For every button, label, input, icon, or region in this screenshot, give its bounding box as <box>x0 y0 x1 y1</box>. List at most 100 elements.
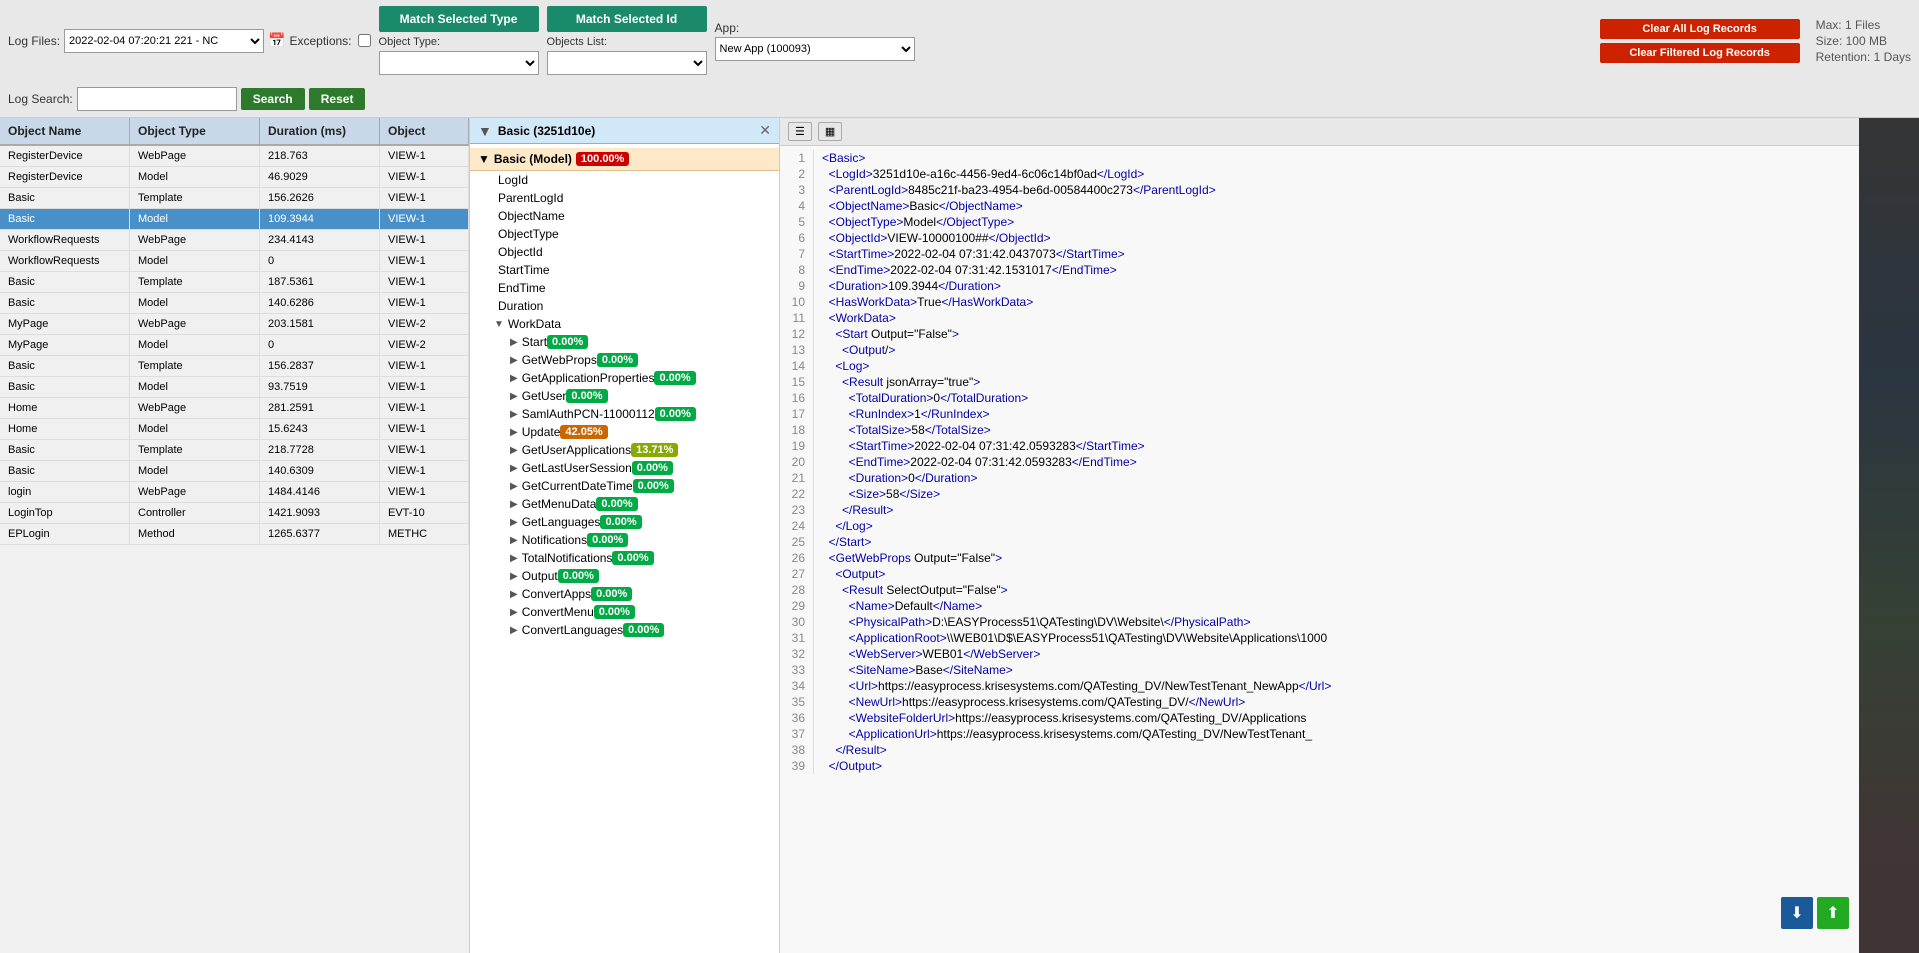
tree-item-pct: 0.00% <box>587 533 628 547</box>
tree-expand-icon[interactable]: ▶ <box>510 373 518 384</box>
line-number: 29 <box>784 598 814 614</box>
tree-item-pct: 0.00% <box>655 407 696 421</box>
log-files-select[interactable]: 2022-02-04 07:20:21 221 - NC <box>64 29 264 53</box>
app-select[interactable]: New App (100093) <box>715 37 915 61</box>
search-input[interactable] <box>77 87 237 111</box>
tree-expand-icon[interactable]: ▶ <box>510 391 518 402</box>
table-row[interactable]: Basic Template 187.5361 VIEW-1 <box>0 272 469 293</box>
tree-root-item[interactable]: ▼ Basic (Model) 100.00% <box>470 148 779 171</box>
line-number: 38 <box>784 742 814 758</box>
xml-line: 37 <ApplicationUrl>https://easyprocess.k… <box>784 726 1855 742</box>
tree-item[interactable]: ▶ Start 0.00% <box>470 333 779 351</box>
tree-expand-icon[interactable]: ▶ <box>510 571 518 582</box>
clear-filtered-button[interactable]: Clear Filtered Log Records <box>1600 43 1800 63</box>
line-number: 24 <box>784 518 814 534</box>
exceptions-checkbox[interactable] <box>358 34 371 47</box>
cell-object: EVT-10 <box>380 503 469 523</box>
tree-expand-icon[interactable]: ▶ <box>510 607 518 618</box>
table-row[interactable]: WorkflowRequests WebPage 234.4143 VIEW-1 <box>0 230 469 251</box>
tree-item[interactable]: ▶ GetLanguages 0.00% <box>470 513 779 531</box>
tree-item[interactable]: ▼ WorkData <box>470 315 779 333</box>
tree-expand-icon[interactable]: ▶ <box>510 499 518 510</box>
table-row[interactable]: MyPage WebPage 203.1581 VIEW-2 <box>0 314 469 335</box>
tree-panel-close-button[interactable]: ✕ <box>759 122 771 139</box>
tree-item[interactable]: ObjectName <box>470 207 779 225</box>
table-row[interactable]: Home Model 15.6243 VIEW-1 <box>0 419 469 440</box>
table-row[interactable]: WorkflowRequests Model 0 VIEW-1 <box>0 251 469 272</box>
table-row[interactable]: Basic Model 109.3944 VIEW-1 <box>0 209 469 230</box>
tree-expand-icon[interactable]: ▼ <box>494 319 504 330</box>
tree-expand-icon[interactable]: ▶ <box>510 355 518 366</box>
match-type-button[interactable]: Match Selected Type <box>379 6 539 32</box>
tree-expand-icon[interactable]: ▶ <box>510 409 518 420</box>
table-row[interactable]: RegisterDevice WebPage 218.763 VIEW-1 <box>0 146 469 167</box>
xml-view-button[interactable]: ▦ <box>818 122 842 141</box>
line-number: 13 <box>784 342 814 358</box>
tree-expand-icon[interactable]: ▶ <box>510 337 518 348</box>
tree-expand-icon[interactable]: ▶ <box>510 481 518 492</box>
xml-content[interactable]: 1<Basic>2 <LogId>3251d10e-a16c-4456-9ed4… <box>780 146 1859 953</box>
tree-item[interactable]: ▶ GetApplicationProperties 0.00% <box>470 369 779 387</box>
tree-item-pct: 0.00% <box>596 497 637 511</box>
exceptions-label: Exceptions: <box>289 34 351 48</box>
tree-item[interactable]: ▶ SamlAuthPCN-11000112 0.00% <box>470 405 779 423</box>
meta-retention: Retention: 1 Days <box>1816 50 1911 64</box>
table-row[interactable]: Basic Model 93.7519 VIEW-1 <box>0 377 469 398</box>
tree-item[interactable]: LogId <box>470 171 779 189</box>
tree-item[interactable]: ▶ ConvertApps 0.00% <box>470 585 779 603</box>
tree-item[interactable]: ▶ GetUser 0.00% <box>470 387 779 405</box>
tree-item[interactable]: ▶ GetLastUserSession 0.00% <box>470 459 779 477</box>
tree-item[interactable]: EndTime <box>470 279 779 297</box>
table-row[interactable]: Home WebPage 281.2591 VIEW-1 <box>0 398 469 419</box>
tree-item[interactable]: StartTime <box>470 261 779 279</box>
tree-item[interactable]: ▶ Notifications 0.00% <box>470 531 779 549</box>
tree-item[interactable]: ▶ GetUserApplications 13.71% <box>470 441 779 459</box>
cell-type: Template <box>130 356 260 376</box>
reset-button[interactable]: Reset <box>309 88 366 110</box>
tree-item[interactable]: ParentLogId <box>470 189 779 207</box>
tree-item[interactable]: ▶ TotalNotifications 0.00% <box>470 549 779 567</box>
tree-item[interactable]: ▶ GetCurrentDateTime 0.00% <box>470 477 779 495</box>
tree-item[interactable]: ▶ GetMenuData 0.00% <box>470 495 779 513</box>
table-row[interactable]: LoginTop Controller 1421.9093 EVT-10 <box>0 503 469 524</box>
table-row[interactable]: EPLogin Method 1265.6377 METHC <box>0 524 469 545</box>
tree-item[interactable]: ▶ Output 0.00% <box>470 567 779 585</box>
table-row[interactable]: login WebPage 1484.4146 VIEW-1 <box>0 482 469 503</box>
tree-item[interactable]: ObjectId <box>470 243 779 261</box>
tree-item[interactable]: ▶ ConvertLanguages 0.00% <box>470 621 779 639</box>
match-id-button[interactable]: Match Selected Id <box>547 6 707 32</box>
download-button[interactable]: ⬇ <box>1781 897 1813 929</box>
xml-line: 25 </Start> <box>784 534 1855 550</box>
tree-item[interactable]: ▶ GetWebProps 0.00% <box>470 351 779 369</box>
xml-line: 16 <TotalDuration>0</TotalDuration> <box>784 390 1855 406</box>
tree-item[interactable]: ▶ Update 42.05% <box>470 423 779 441</box>
clear-all-button[interactable]: Clear All Log Records <box>1600 19 1800 39</box>
tree-expand-icon[interactable]: ▶ <box>510 535 518 546</box>
cell-object: VIEW-1 <box>380 440 469 460</box>
tree-expand-icon[interactable]: ▶ <box>510 427 518 438</box>
tree-expand-icon[interactable]: ▶ <box>510 463 518 474</box>
objects-list-select[interactable] <box>547 51 707 75</box>
upload-button[interactable]: ⬆ <box>1817 897 1849 929</box>
table-row[interactable]: Basic Template 218.7728 VIEW-1 <box>0 440 469 461</box>
line-content: <NewUrl>https://easyprocess.krisesystems… <box>822 694 1245 710</box>
tree-expand-icon[interactable]: ▶ <box>510 589 518 600</box>
tree-expand-icon[interactable]: ▶ <box>510 517 518 528</box>
tree-item[interactable]: ObjectType <box>470 225 779 243</box>
tree-expand-icon[interactable]: ▶ <box>510 625 518 636</box>
tree-expand-icon[interactable]: ▶ <box>510 445 518 456</box>
calendar-button[interactable]: 📅 <box>268 32 285 49</box>
table-body: RegisterDevice WebPage 218.763 VIEW-1 Re… <box>0 146 469 953</box>
object-type-select[interactable] <box>379 51 539 75</box>
table-row[interactable]: Basic Template 156.2626 VIEW-1 <box>0 188 469 209</box>
table-row[interactable]: Basic Model 140.6286 VIEW-1 <box>0 293 469 314</box>
table-row[interactable]: Basic Model 140.6309 VIEW-1 <box>0 461 469 482</box>
tree-item[interactable]: ▶ ConvertMenu 0.00% <box>470 603 779 621</box>
table-row[interactable]: Basic Template 156.2837 VIEW-1 <box>0 356 469 377</box>
tree-item[interactable]: Duration <box>470 297 779 315</box>
search-button[interactable]: Search <box>241 88 305 110</box>
table-row[interactable]: RegisterDevice Model 46.9029 VIEW-1 <box>0 167 469 188</box>
xml-format-button[interactable]: ☰ <box>788 122 812 141</box>
table-row[interactable]: MyPage Model 0 VIEW-2 <box>0 335 469 356</box>
tree-expand-icon[interactable]: ▶ <box>510 553 518 564</box>
